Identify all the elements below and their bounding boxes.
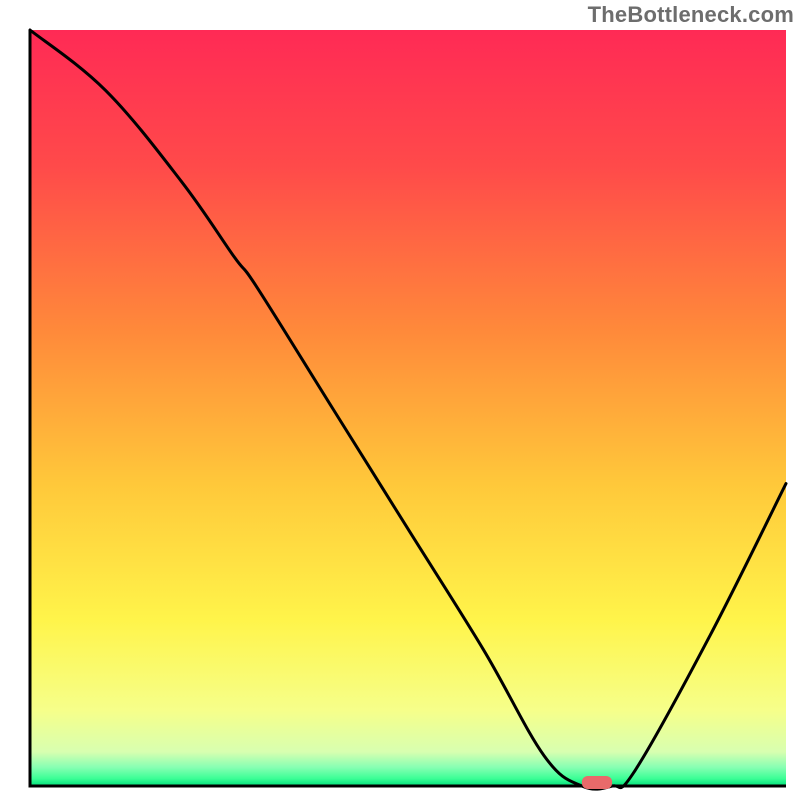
bottleneck-chart xyxy=(0,0,800,800)
chart-frame: { "watermark": "TheBottleneck.com", "cha… xyxy=(0,0,800,800)
watermark-text: TheBottleneck.com xyxy=(588,2,794,28)
optimal-marker xyxy=(582,776,612,789)
plot-background xyxy=(30,30,786,786)
